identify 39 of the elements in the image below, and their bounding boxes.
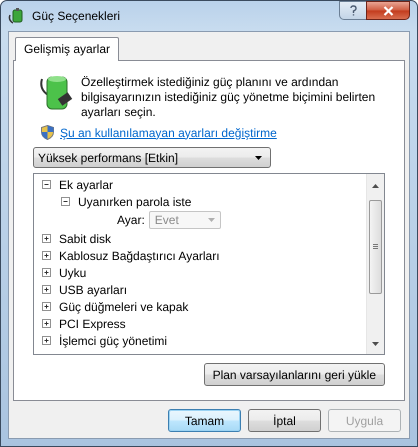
cancel-button[interactable]: İptal (248, 409, 321, 432)
scroll-thumb[interactable] (369, 200, 382, 294)
tree-item[interactable]: Ek ayarlar (59, 178, 114, 192)
collapse-icon[interactable] (42, 180, 51, 189)
expand-icon[interactable] (42, 285, 51, 294)
tree-item[interactable]: Uyanırken parola iste (78, 194, 192, 208)
help-button[interactable] (339, 1, 366, 20)
expand-icon[interactable] (42, 251, 51, 260)
collapse-icon[interactable] (61, 197, 70, 206)
tree-item[interactable]: Sabit disk (59, 232, 112, 246)
window-title: Güç Seçenekleri (32, 9, 120, 23)
scroll-up-icon[interactable] (372, 184, 379, 188)
close-icon (382, 6, 394, 16)
expand-icon[interactable] (42, 268, 51, 277)
ok-button[interactable]: Tamam (168, 409, 241, 432)
tree-item[interactable]: Güç düğmeleri ve kapak (59, 300, 188, 314)
dropdown-arrow-icon (208, 218, 215, 222)
dropdown-arrow-icon (255, 156, 262, 160)
expand-icon[interactable] (42, 302, 51, 311)
tree-item[interactable]: PCI Express (59, 316, 126, 330)
description-text: Özelleştirmek istediğiniz güç planını ve ardından bilgisayarınızın istediğiniz güç yönetme biçimini belirten ayarları seçin. (81, 75, 376, 120)
close-button[interactable] (366, 1, 410, 20)
help-icon (350, 5, 356, 16)
expand-icon[interactable] (42, 234, 51, 243)
restore-defaults-button[interactable]: Plan varsayılanlarını geri yükle (204, 363, 385, 386)
tree-item[interactable]: Uyku (59, 266, 86, 280)
tab[interactable]: Gelişmiş ayarlar (15, 37, 120, 61)
plan-dropdown[interactable]: Yüksek performans [Etkin] (33, 147, 271, 168)
tree-item[interactable]: USB ayarları (59, 282, 128, 296)
shield-icon (41, 125, 54, 140)
tree-item[interactable]: İşlemci güç yönetimi (59, 334, 168, 348)
expand-icon[interactable] (42, 319, 51, 328)
change-settings-link[interactable]: Şu an kullanılamayan ayarları değiştirme (60, 126, 277, 140)
tree-item[interactable]: Kablosuz Bağdaştırıcı Ayarları (59, 248, 220, 262)
setting-label: Ayar: (117, 213, 145, 227)
expand-icon[interactable] (42, 336, 51, 345)
grip-icon (373, 244, 378, 250)
scroll-down-icon[interactable] (372, 342, 379, 346)
scrollbar[interactable] (366, 174, 384, 354)
